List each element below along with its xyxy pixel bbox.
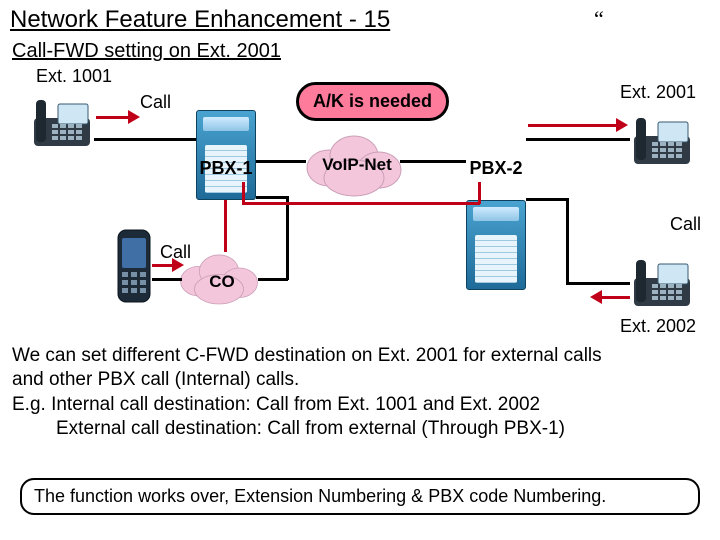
ext1001-label: Ext. 1001 (36, 66, 112, 87)
desk-phone-icon (630, 248, 694, 312)
connector (258, 278, 288, 281)
arrowhead-icon (616, 118, 628, 132)
flow-arrow (478, 182, 481, 204)
pbx2-label: PBX-2 (461, 158, 531, 179)
connector (256, 160, 306, 163)
para-line: E.g. Internal call destination: Call fro… (12, 393, 708, 417)
desk-phone-icon (30, 88, 94, 152)
ext2001-label: Ext. 2001 (620, 82, 696, 103)
arrowhead-icon (590, 290, 602, 304)
connector (286, 196, 289, 280)
flow-arrow (242, 182, 245, 204)
connector (566, 198, 569, 284)
para-line: External call destination: Call from ext… (12, 417, 708, 441)
connector (94, 138, 196, 141)
para-line: and other PBX call (Internal) calls. (12, 368, 708, 392)
call-label-c: Call (670, 214, 701, 235)
flow-arrow (600, 296, 630, 299)
connector (152, 278, 182, 281)
connector (526, 138, 630, 141)
pbx-rack-icon (196, 110, 256, 200)
pbx-rack-icon (466, 200, 526, 290)
ext2002-label: Ext. 2002 (620, 316, 696, 337)
desk-phone-icon (630, 106, 694, 170)
flow-arrow (96, 116, 130, 119)
connector (256, 196, 288, 199)
call-label-a: Call (140, 92, 171, 113)
connector (526, 198, 569, 201)
pbx1-label: PBX-1 (191, 158, 261, 179)
connector (400, 160, 466, 163)
flow-arrow (224, 200, 227, 252)
page-title: Network Feature Enhancement - 15 (10, 6, 390, 34)
para-line: We can set different C-FWD destination o… (12, 344, 708, 368)
quote-mark: “ (594, 6, 604, 32)
ak-needed-pill: A/K is needed (296, 82, 449, 121)
subtitle: Call-FWD setting on Ext. 2001 (12, 40, 281, 63)
description-paragraph: We can set different C-FWD destination o… (12, 344, 708, 441)
connector (566, 282, 630, 285)
note-box: The function works over, Extension Numbe… (20, 478, 700, 515)
arrowhead-icon (128, 110, 140, 124)
co-label: CO (200, 272, 244, 292)
voip-label: VoIP-Net (312, 155, 402, 175)
mobile-phone-icon (110, 226, 158, 306)
flow-arrow (152, 264, 174, 267)
flow-arrow (528, 124, 618, 127)
flow-arrow (242, 202, 480, 205)
arrowhead-icon (172, 258, 184, 272)
